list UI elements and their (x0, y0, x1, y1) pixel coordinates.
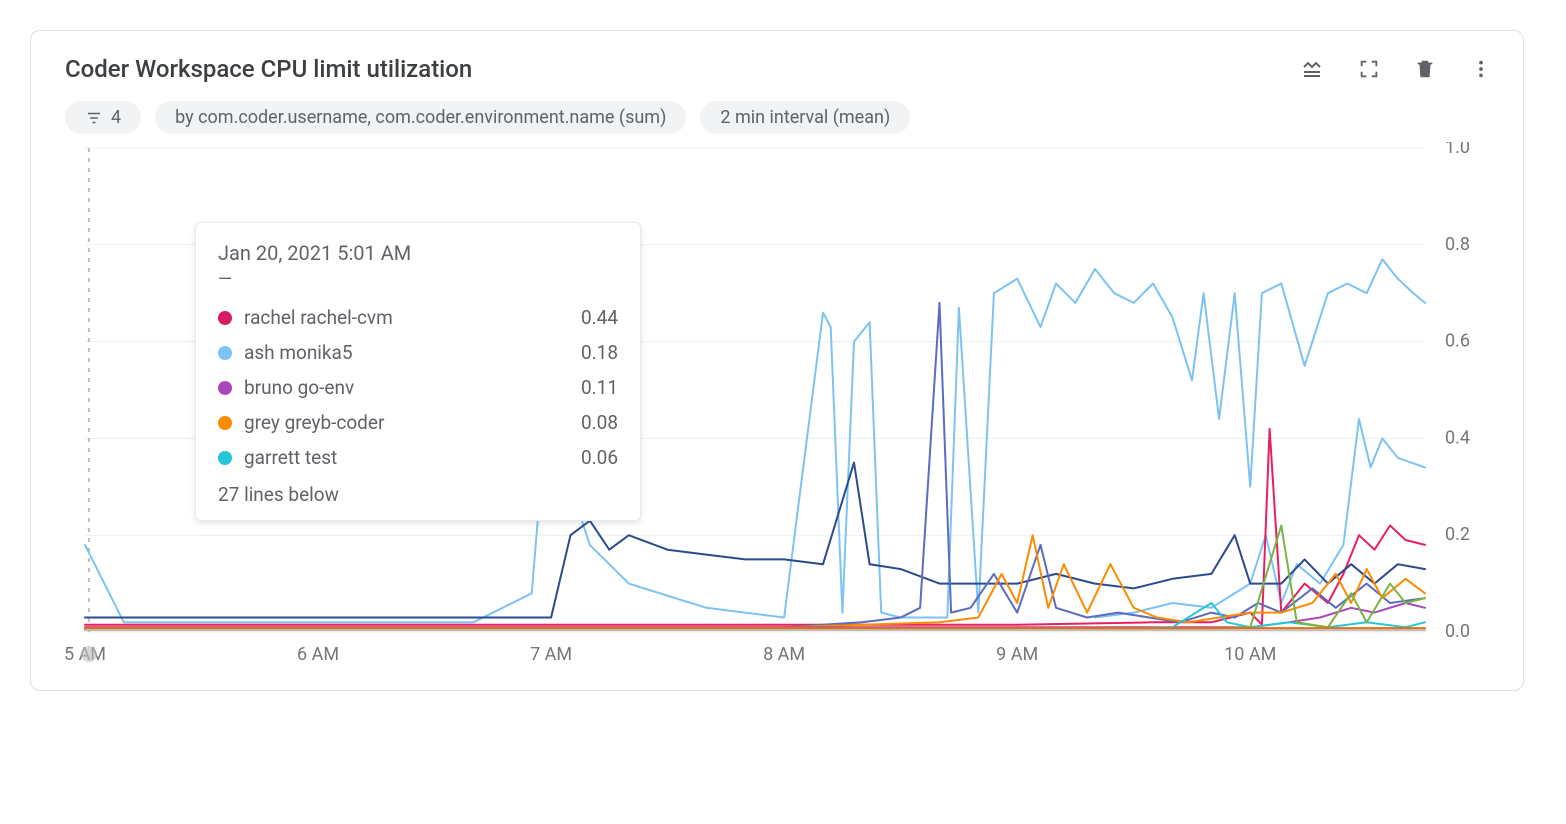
tooltip-series-value: 0.18 (581, 341, 618, 364)
y-tick-label: 0.6 (1445, 331, 1470, 352)
cursor-handle[interactable] (81, 646, 97, 662)
chart-tooltip: Jan 20, 2021 5:01 AM — rachel rachel-cvm… (195, 222, 641, 521)
tooltip-series-value: 0.08 (581, 411, 618, 434)
y-tick-label: 0.4 (1445, 427, 1470, 448)
tooltip-row: bruno go-env 0.11 (218, 370, 618, 405)
tooltip-series-label: bruno go-env (244, 376, 569, 399)
chips-row: 4 by com.coder.username, com.coder.envir… (65, 101, 1505, 134)
tooltip-timestamp: Jan 20, 2021 5:01 AM (218, 241, 618, 265)
tooltip-more: 27 lines below (218, 475, 618, 506)
tooltip-series-value: 0.06 (581, 446, 618, 469)
tooltip-row: rachel rachel-cvm 0.44 (218, 300, 618, 335)
groupby-chip[interactable]: by com.coder.username, com.coder.environ… (155, 101, 686, 134)
x-tick-label: 10 AM (1224, 644, 1276, 665)
chart-title: Coder Workspace CPU limit utilization (65, 55, 472, 83)
x-tick-label: 6 AM (297, 644, 339, 665)
tooltip-row: garrett test 0.06 (218, 440, 618, 475)
delete-icon[interactable] (1413, 57, 1437, 81)
interval-chip[interactable]: 2 min interval (mean) (700, 101, 910, 134)
chart-card: Coder Workspace CPU limit utilization (30, 30, 1524, 691)
more-icon[interactable] (1469, 57, 1493, 81)
fullscreen-icon[interactable] (1357, 57, 1381, 81)
tooltip-series-dot (218, 381, 232, 395)
x-tick-label: 7 AM (530, 644, 572, 665)
tooltip-series-value: 0.44 (581, 306, 618, 329)
filter-chip[interactable]: 4 (65, 101, 141, 134)
y-tick-label: 1.0 (1445, 142, 1470, 158)
groupby-label: by com.coder.username, com.coder.environ… (175, 107, 666, 128)
chart-actions (1301, 57, 1505, 81)
filter-count: 4 (111, 107, 121, 128)
tooltip-row: ash monika5 0.18 (218, 335, 618, 370)
interval-label: 2 min interval (mean) (720, 107, 890, 128)
tooltip-series-dot (218, 311, 232, 325)
tooltip-series-dot (218, 346, 232, 360)
y-tick-label: 0.0 (1445, 621, 1470, 642)
tooltip-series-label: grey greyb-coder (244, 411, 569, 434)
tooltip-series-label: rachel rachel-cvm (244, 306, 569, 329)
tooltip-series-label: ash monika5 (244, 341, 569, 364)
x-tick-label: 9 AM (996, 644, 1038, 665)
tooltip-row: grey greyb-coder 0.08 (218, 405, 618, 440)
series-line (1095, 419, 1425, 618)
tooltip-series-dot (218, 451, 232, 465)
chart-header: Coder Workspace CPU limit utilization (65, 55, 1505, 83)
tooltip-series-label: garrett test (244, 446, 569, 469)
x-tick-label: 8 AM (763, 644, 805, 665)
filter-icon (85, 109, 103, 127)
y-tick-label: 0.2 (1445, 524, 1470, 545)
legend-toggle-icon[interactable] (1301, 57, 1325, 81)
tooltip-series-value: 0.11 (581, 376, 618, 399)
tooltip-dash: — (218, 269, 618, 290)
y-tick-label: 0.8 (1445, 234, 1470, 255)
chart-area[interactable]: 0.00.20.40.60.81.05 AM6 AM7 AM8 AM9 AM10… (65, 142, 1505, 672)
tooltip-series-dot (218, 416, 232, 430)
